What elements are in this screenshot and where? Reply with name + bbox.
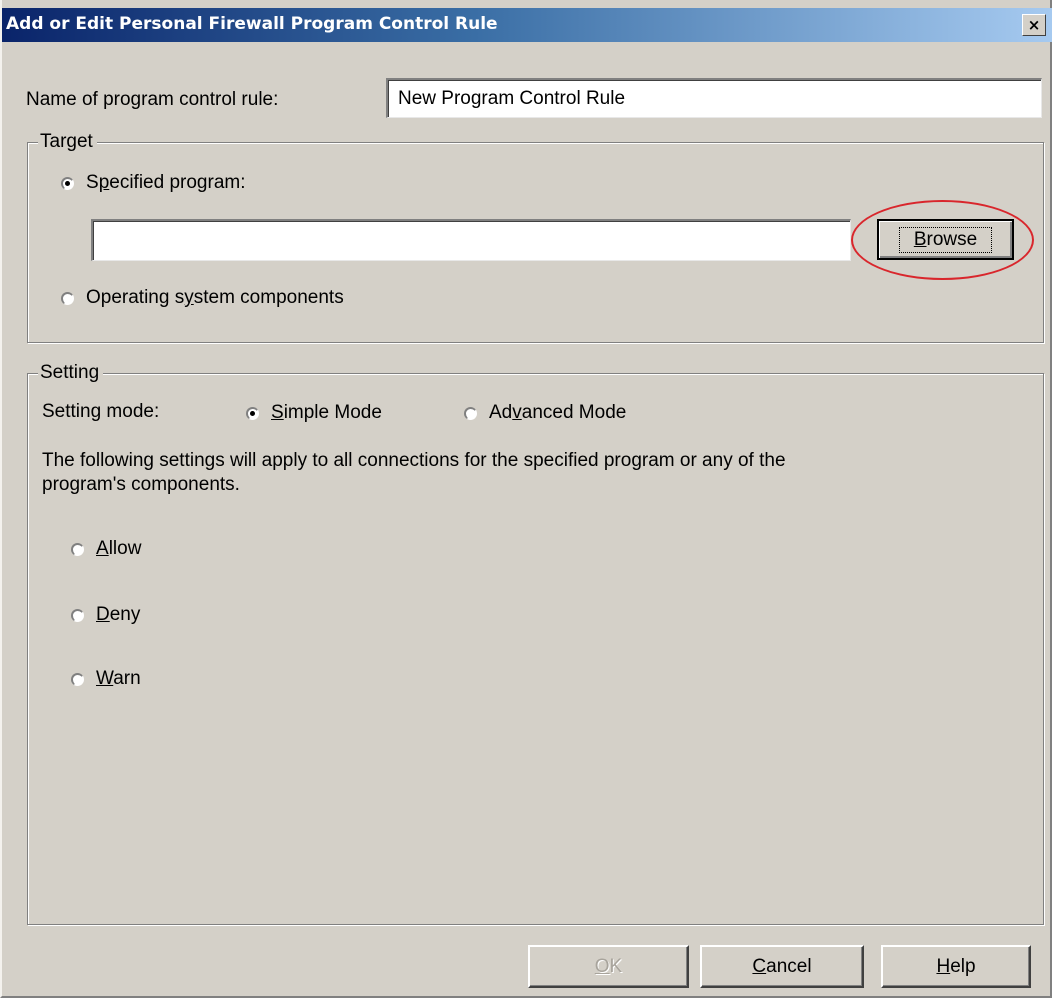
setting-group-legend: Setting xyxy=(38,362,104,384)
close-button[interactable]: × xyxy=(1022,14,1046,36)
ok-button[interactable]: OK xyxy=(528,945,689,988)
radio-unchecked-icon xyxy=(71,542,84,556)
deny-label: Deny xyxy=(96,604,141,625)
os-components-radio[interactable]: Operating system components xyxy=(61,287,344,309)
radio-unchecked-icon xyxy=(61,291,74,305)
program-path-input[interactable] xyxy=(91,219,851,261)
os-components-label: Operating system components xyxy=(86,287,344,308)
help-button[interactable]: Help xyxy=(881,945,1031,988)
rule-name-input[interactable] xyxy=(386,78,1042,118)
advanced-mode-label: Advanced Mode xyxy=(489,402,627,423)
title-bar[interactable]: Add or Edit Personal Firewall Program Co… xyxy=(2,8,1052,42)
allow-radio[interactable]: Allow xyxy=(71,538,141,560)
close-icon: × xyxy=(1027,16,1041,34)
radio-unchecked-icon xyxy=(464,406,477,420)
deny-radio[interactable]: Deny xyxy=(71,604,140,626)
settings-description-line2: program's components. xyxy=(42,474,240,495)
help-button-label: Help xyxy=(936,955,976,977)
simple-mode-label: Simple Mode xyxy=(271,402,382,423)
dialog-window: Add or Edit Personal Firewall Program Co… xyxy=(0,0,1052,998)
radio-checked-icon xyxy=(246,406,259,420)
cancel-button-label: Cancel xyxy=(752,955,812,977)
rule-name-label: Name of program control rule: xyxy=(26,89,279,110)
window-title: Add or Edit Personal Firewall Program Co… xyxy=(6,14,498,34)
settings-description-line1: The following settings will apply to all… xyxy=(42,450,786,471)
warn-label: Warn xyxy=(96,668,141,689)
ok-button-label: OK xyxy=(594,955,623,977)
setting-mode-label: Setting mode: xyxy=(42,401,160,422)
browse-button[interactable]: Browse xyxy=(877,219,1014,260)
simple-mode-radio[interactable]: Simple Mode xyxy=(246,402,382,424)
browse-button-label: Browse xyxy=(898,226,993,253)
advanced-mode-radio[interactable]: Advanced Mode xyxy=(464,402,626,424)
cancel-button[interactable]: Cancel xyxy=(700,945,864,988)
radio-unchecked-icon xyxy=(71,608,84,622)
specified-program-label: Specified program: xyxy=(86,172,246,193)
allow-label: Allow xyxy=(96,538,142,559)
radio-checked-icon xyxy=(61,176,74,190)
specified-program-radio[interactable]: Specified program: xyxy=(61,172,246,194)
target-group-legend: Target xyxy=(38,131,97,153)
warn-radio[interactable]: Warn xyxy=(71,668,141,690)
radio-unchecked-icon xyxy=(71,672,84,686)
